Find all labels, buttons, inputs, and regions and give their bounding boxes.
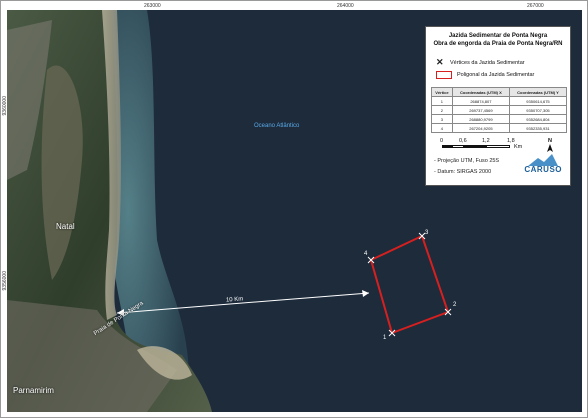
scale-tick: 0 [440, 138, 444, 144]
scale-tick: 0,6 [459, 138, 467, 144]
brand-logo-text: CARUSO [524, 165, 562, 174]
grid-label-top: 267000 [527, 3, 544, 9]
ocean-label: Oceano Atlântico [254, 123, 300, 129]
legend-title-line2: Obra de engorda da Praia de Ponta Negra/… [433, 41, 563, 47]
scale-unit: Km [514, 144, 523, 150]
vertex-label: 2 [453, 302, 457, 308]
legend-title-line1: Jazida Sedimentar de Ponta Negra [448, 33, 548, 39]
scale-tick: 1,2 [482, 138, 490, 144]
table-cell: 3 [431, 114, 453, 124]
table-cell: 268880,9799 [451, 114, 510, 124]
table-cell: 267204,9205 [451, 123, 510, 133]
table-cell: 9350614,675 [508, 96, 568, 106]
grid-label-top: 263000 [144, 3, 161, 9]
city-label-parnamirim: Parnamirim [13, 386, 54, 395]
distance-label: 10 Km [225, 296, 244, 304]
table-row: 4 267204,9205 9352335,931 [431, 123, 568, 133]
legend-polygon-label: Poligonal da Jazida Sedimentar [457, 72, 535, 78]
table-row: 2 269737,4569 9350707,305 [431, 105, 568, 115]
table-cell: 1 [431, 96, 453, 106]
scale-segment [486, 145, 510, 148]
table-cell: 9350707,305 [508, 105, 568, 115]
legend-item-polygon: Poligonal da Jazida Sedimentar [436, 71, 534, 79]
legend-vertices-label: Vértices da Jazida Sedimentar [450, 59, 525, 66]
map-frame: 263000 264000 267000 9360000 9356000 Oce… [0, 0, 588, 418]
table-cell: 9352684,804 [508, 114, 568, 124]
map-legend: Jazida Sedimentar de Ponta Negra Obra de… [425, 26, 571, 186]
vertex-label: 4 [364, 251, 368, 257]
table-cell: 2 [431, 105, 453, 115]
table-row: 1 268874,807 9350614,675 [431, 96, 568, 106]
scale-segment [442, 145, 452, 148]
table-cell: 9352335,931 [508, 123, 568, 133]
vertex-label: 3 [425, 230, 429, 236]
scale-segment [464, 145, 486, 148]
vertex-label: 1 [383, 335, 387, 341]
table-cell: 4 [431, 123, 453, 133]
datum-label: - Datum: SIRGAS 2000 [434, 169, 492, 175]
table-header: Vértice [431, 87, 453, 97]
legend-title: Jazida Sedimentar de Ponta Negra Obra de… [426, 32, 570, 48]
north-arrow-icon [547, 144, 553, 152]
table-header-row: Vértice Coordenadas (UTM) X Coordenadas … [431, 87, 568, 97]
vertex-table: Vértice Coordenadas (UTM) X Coordenadas … [431, 87, 568, 133]
grid-label-top: 264000 [337, 3, 354, 9]
projection-label: - Projeção UTM, Fuso 25S [434, 158, 500, 164]
city-label-natal: Natal [56, 222, 75, 231]
scale-segment [452, 145, 464, 148]
polygon-swatch-icon [436, 71, 452, 79]
table-cell: 269737,4569 [451, 105, 510, 115]
legend-item-vertices: ✕ Vértices da Jazida Sedimentar [436, 57, 525, 68]
cross-icon: ✕ [436, 57, 444, 67]
table-row: 3 268880,9799 9352684,804 [431, 114, 568, 124]
scale-bar: 0 0,6 1,2 1,8 Km N [432, 138, 568, 152]
table-header: Coordenadas (UTM) X [451, 87, 510, 97]
table-header: Coordenadas (UTM) Y [508, 87, 568, 97]
table-cell: 268874,807 [451, 96, 510, 106]
